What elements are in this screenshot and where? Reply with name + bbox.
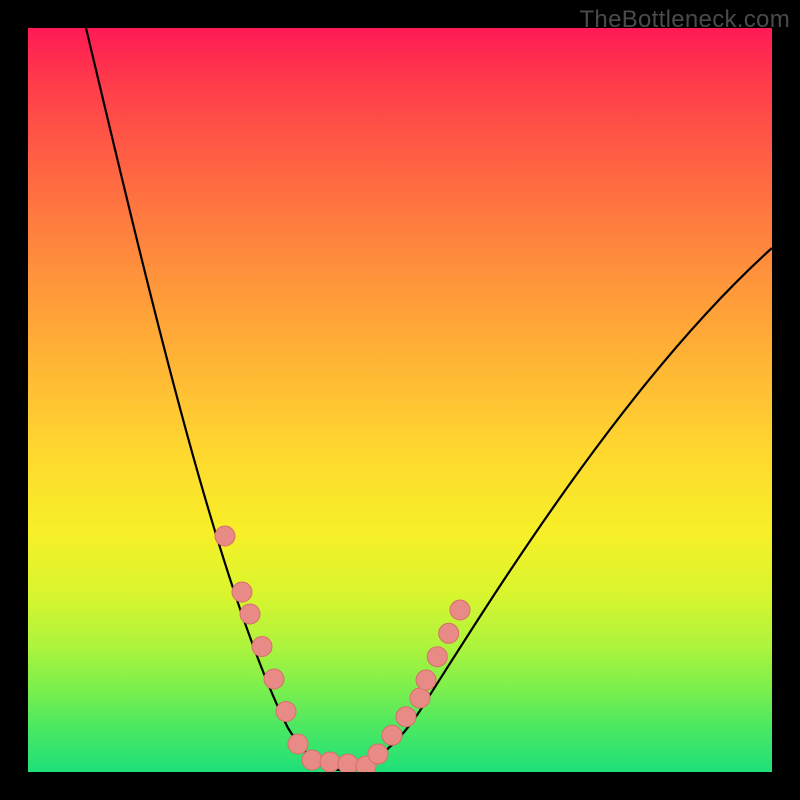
chart-svg	[28, 28, 772, 772]
bead-marker	[427, 647, 447, 667]
bead-marker	[416, 670, 436, 690]
bead-marker	[396, 707, 416, 727]
watermark-text: TheBottleneck.com	[579, 6, 790, 34]
bead-marker	[264, 669, 284, 689]
bead-marker	[276, 702, 296, 722]
bead-marker	[240, 604, 260, 624]
bead-marker	[302, 750, 322, 770]
bead-marker	[252, 637, 272, 657]
bead-marker	[320, 752, 340, 772]
bead-marker	[215, 526, 235, 546]
bead-marker	[410, 688, 430, 708]
bead-marker	[368, 744, 388, 764]
bead-group	[215, 526, 470, 772]
bead-marker	[382, 725, 402, 745]
curve-left	[86, 28, 338, 770]
curve-right	[338, 248, 772, 770]
bead-marker	[439, 623, 459, 643]
bead-marker	[288, 734, 308, 754]
bead-marker	[450, 600, 470, 620]
bead-marker	[232, 582, 252, 602]
bead-marker	[338, 754, 358, 772]
